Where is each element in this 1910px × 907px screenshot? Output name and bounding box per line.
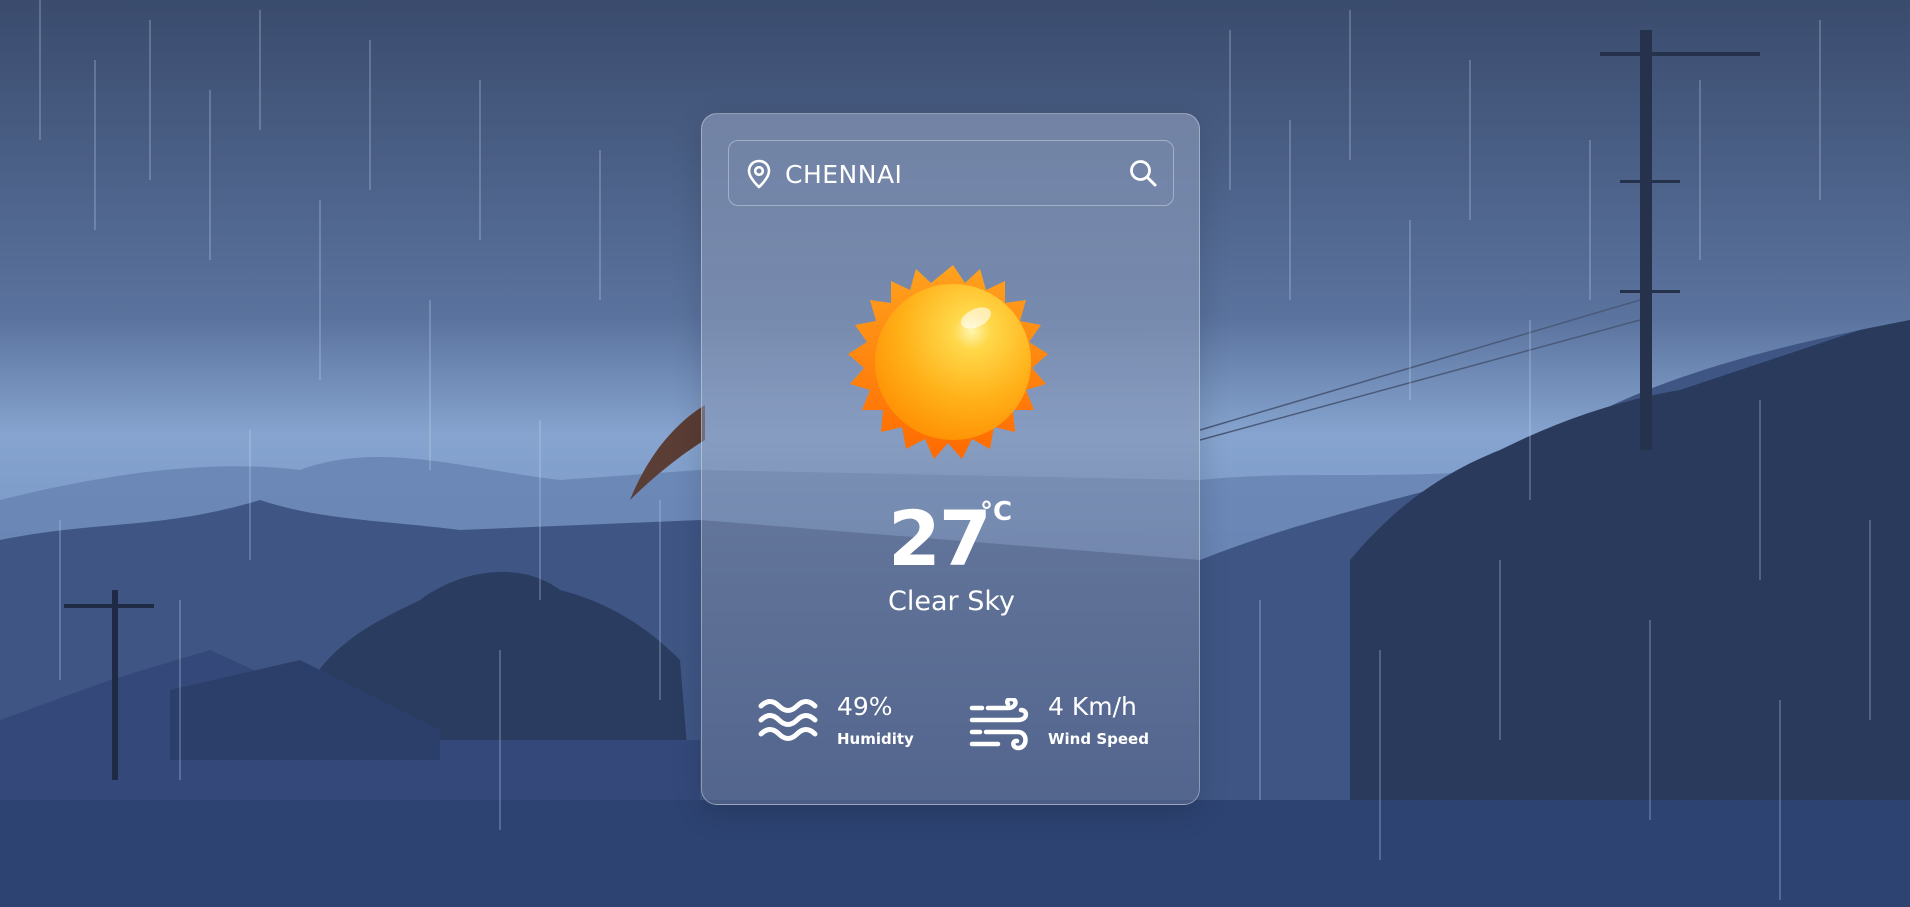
search-icon[interactable]: [1128, 158, 1158, 188]
humidity-stat: 49% Humidity: [758, 686, 958, 766]
wind-icon: [969, 698, 1029, 751]
weather-description: Clear Sky: [888, 586, 1015, 617]
weather-card: 27 °C Clear Sky 49% Humidity: [701, 113, 1200, 805]
temperature-display: 27 °C: [702, 489, 1201, 589]
wind-speed-value: 4 Km/h: [1048, 692, 1137, 721]
location-pin-icon: [747, 159, 771, 189]
sun-icon: [848, 265, 1048, 459]
temperature-value: 27: [888, 494, 992, 583]
temperature-unit: °C: [980, 497, 1013, 527]
search-bar[interactable]: [728, 140, 1174, 206]
wind-stat: 4 Km/h Wind Speed: [968, 686, 1178, 766]
humidity-value: 49%: [837, 692, 893, 721]
weather-app-page: 27 °C Clear Sky 49% Humidity: [0, 0, 1910, 907]
city-search-input[interactable]: [783, 153, 1117, 195]
humidity-waves-icon: [758, 699, 818, 741]
humidity-label: Humidity: [837, 730, 914, 748]
wind-speed-label: Wind Speed: [1048, 730, 1149, 748]
